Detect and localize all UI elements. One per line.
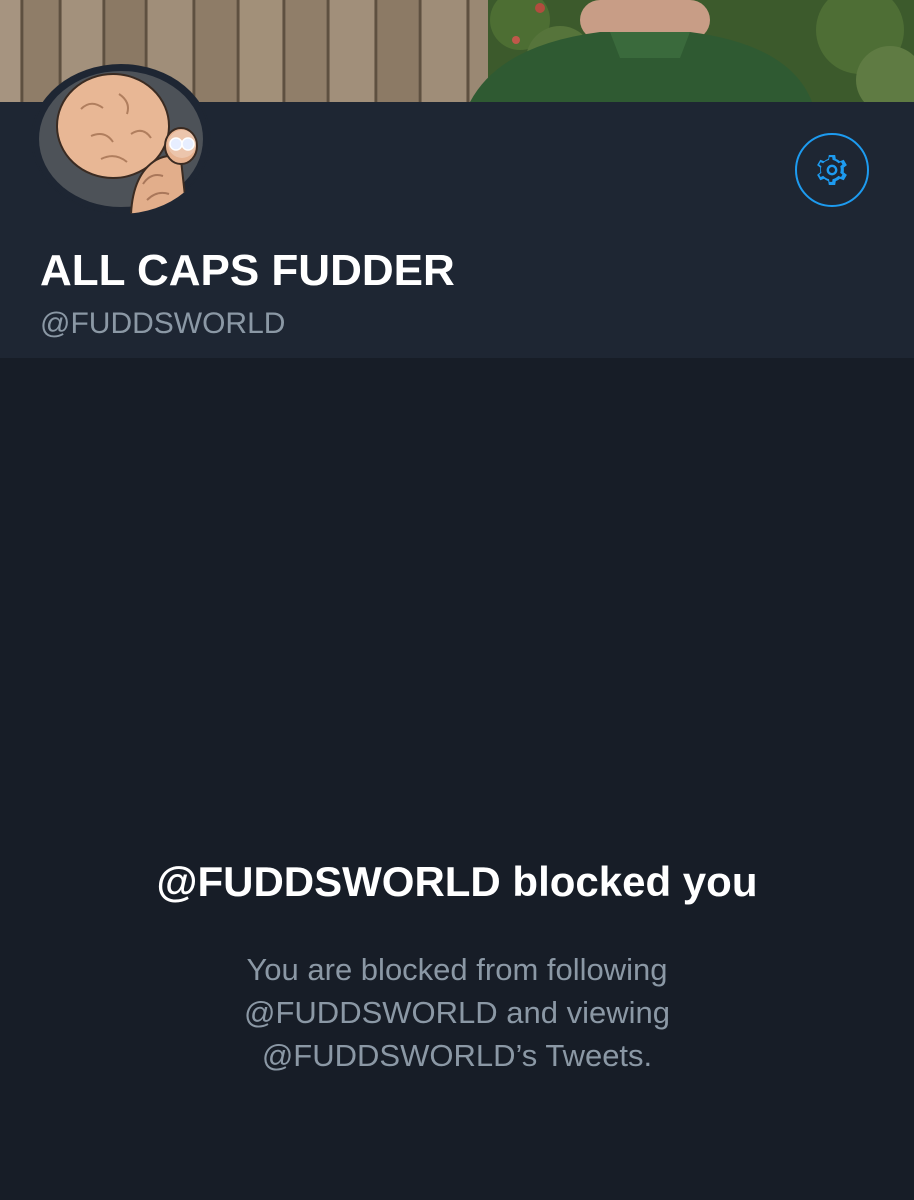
blocked-title: @FUDDSWORLD blocked you [156,858,758,905]
avatar[interactable] [31,64,211,214]
profile-handle: @FUDDSWORLD [40,307,286,340]
settings-button[interactable] [795,133,869,207]
gear-icon [817,154,847,186]
blocked-description: You are blocked from following @FUDDSWOR… [244,952,670,1073]
profile-page: ALL CAPS FUDDER @FUDDSWORLD @FUDDSWORLD … [0,0,914,1200]
profile-display-name: ALL CAPS FUDDER [40,246,455,295]
